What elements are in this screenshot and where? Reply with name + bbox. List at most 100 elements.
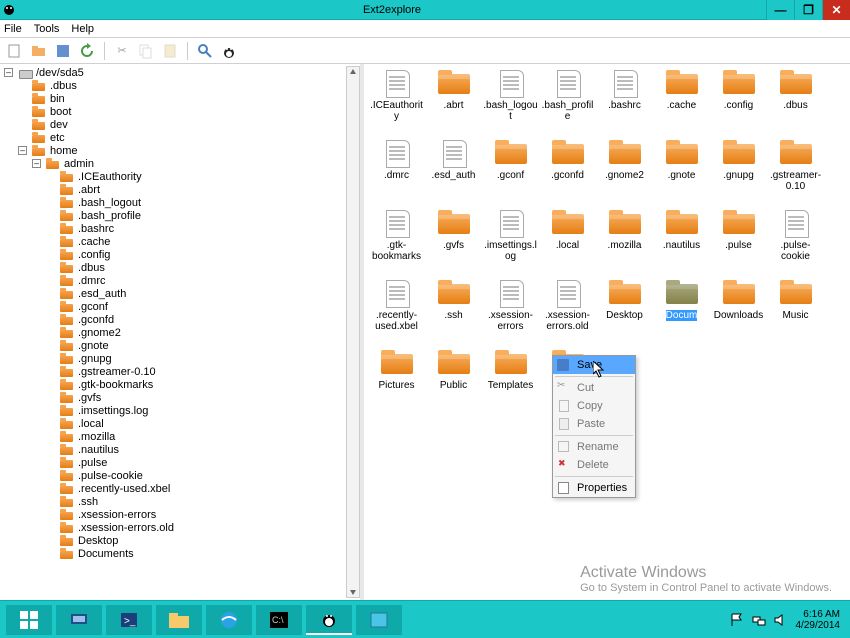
- task-powershell[interactable]: >_: [106, 605, 152, 635]
- grid-item[interactable]: .pulse-cookie: [767, 208, 824, 268]
- grid-item[interactable]: .dbus: [767, 68, 824, 128]
- save-icon[interactable]: [54, 42, 72, 60]
- tree-node[interactable]: .gconfd: [4, 313, 360, 326]
- close-button[interactable]: ✕: [822, 0, 850, 20]
- grid-item[interactable]: .ICEauthority: [368, 68, 425, 128]
- tree-node[interactable]: .config: [4, 248, 360, 261]
- grid-item[interactable]: Templates: [482, 348, 539, 408]
- ctx-rename[interactable]: Rename: [553, 438, 635, 456]
- tree-node[interactable]: .recently-used.xbel: [4, 482, 360, 495]
- grid-item[interactable]: .dmrc: [368, 138, 425, 198]
- tree-scrollbar[interactable]: [346, 66, 360, 598]
- tree-node[interactable]: .gtk-bookmarks: [4, 378, 360, 391]
- grid-item[interactable]: .ssh: [425, 278, 482, 338]
- ctx-cut[interactable]: Cut: [553, 379, 635, 397]
- tree-node[interactable]: .bash_logout: [4, 196, 360, 209]
- tree-node[interactable]: .gnome2: [4, 326, 360, 339]
- grid-item[interactable]: .bashrc: [596, 68, 653, 128]
- new-icon[interactable]: [6, 42, 24, 60]
- grid-item[interactable]: .recently-used.xbel: [368, 278, 425, 338]
- maximize-button[interactable]: ❐: [794, 0, 822, 20]
- grid-item[interactable]: .pulse: [710, 208, 767, 268]
- ctx-paste[interactable]: Paste: [553, 415, 635, 433]
- start-button[interactable]: [6, 605, 52, 635]
- grid-item[interactable]: .abrt: [425, 68, 482, 128]
- task-explorer[interactable]: [156, 605, 202, 635]
- grid-item[interactable]: .bash_logout: [482, 68, 539, 128]
- grid-item[interactable]: .gconf: [482, 138, 539, 198]
- task-cmd[interactable]: C:\: [256, 605, 302, 635]
- grid-item[interactable]: Desktop: [596, 278, 653, 338]
- menu-tools[interactable]: Tools: [34, 23, 60, 35]
- ctx-delete[interactable]: Delete: [553, 456, 635, 474]
- grid-item[interactable]: .xsession-errors: [482, 278, 539, 338]
- tree-node[interactable]: .local: [4, 417, 360, 430]
- tree-node[interactable]: .ssh: [4, 495, 360, 508]
- grid-item[interactable]: .esd_auth: [425, 138, 482, 198]
- tree-node[interactable]: .gconf: [4, 300, 360, 313]
- task-ext2explore[interactable]: [306, 605, 352, 635]
- tree-node[interactable]: .bash_profile: [4, 209, 360, 222]
- expand-icon[interactable]: –: [18, 146, 27, 155]
- grid-item[interactable]: .gtk-bookmarks: [368, 208, 425, 268]
- task-app[interactable]: [356, 605, 402, 635]
- menu-help[interactable]: Help: [71, 23, 94, 35]
- tree-node[interactable]: .bashrc: [4, 222, 360, 235]
- tree-node[interactable]: –/dev/sda5: [4, 66, 360, 79]
- tree-node[interactable]: .abrt: [4, 183, 360, 196]
- tree-node[interactable]: .ICEauthority: [4, 170, 360, 183]
- tree-node[interactable]: .dbus: [4, 79, 360, 92]
- tree-node[interactable]: Desktop: [4, 534, 360, 547]
- grid-item[interactable]: .gnupg: [710, 138, 767, 198]
- tree-node[interactable]: .gnupg: [4, 352, 360, 365]
- search-icon[interactable]: [196, 42, 214, 60]
- ctx-copy[interactable]: Copy: [553, 397, 635, 415]
- tree-node[interactable]: dev: [4, 118, 360, 131]
- grid-item[interactable]: .imsettings.log: [482, 208, 539, 268]
- tree-node[interactable]: bin: [4, 92, 360, 105]
- grid-item[interactable]: Music: [767, 278, 824, 338]
- grid-item[interactable]: .gnote: [653, 138, 710, 198]
- grid-item[interactable]: Pictures: [368, 348, 425, 408]
- tree-node[interactable]: .dmrc: [4, 274, 360, 287]
- tree-node[interactable]: boot: [4, 105, 360, 118]
- menu-file[interactable]: File: [4, 23, 22, 35]
- tree-node[interactable]: .pulse-cookie: [4, 469, 360, 482]
- minimize-button[interactable]: —: [766, 0, 794, 20]
- tray-clock[interactable]: 6:16 AM 4/29/2014: [796, 609, 841, 631]
- tree-node[interactable]: .mozilla: [4, 430, 360, 443]
- grid-item[interactable]: Docum: [653, 278, 710, 338]
- refresh-icon[interactable]: [78, 42, 96, 60]
- tree-node[interactable]: .gnote: [4, 339, 360, 352]
- tux-icon[interactable]: [220, 42, 238, 60]
- tree-node[interactable]: .cache: [4, 235, 360, 248]
- tree-node[interactable]: .nautilus: [4, 443, 360, 456]
- tray-flag-icon[interactable]: [730, 613, 744, 627]
- tray-volume-icon[interactable]: [774, 613, 788, 627]
- paste-icon[interactable]: [161, 42, 179, 60]
- tree-node[interactable]: .dbus: [4, 261, 360, 274]
- tree-node[interactable]: etc: [4, 131, 360, 144]
- tree-node[interactable]: .gvfs: [4, 391, 360, 404]
- expand-icon[interactable]: –: [4, 68, 13, 77]
- tree-pane[interactable]: –/dev/sda5.dbusbinbootdevetc–home–admin.…: [0, 64, 364, 600]
- tree-node[interactable]: Documents: [4, 547, 360, 560]
- copy-icon[interactable]: [137, 42, 155, 60]
- grid-item[interactable]: .nautilus: [653, 208, 710, 268]
- tree-node[interactable]: .gstreamer-0.10: [4, 365, 360, 378]
- tree-node[interactable]: .esd_auth: [4, 287, 360, 300]
- tree-node[interactable]: .xsession-errors.old: [4, 521, 360, 534]
- grid-item[interactable]: .mozilla: [596, 208, 653, 268]
- ctx-properties[interactable]: Properties: [553, 479, 635, 497]
- grid-item[interactable]: Public: [425, 348, 482, 408]
- expand-icon[interactable]: –: [32, 159, 41, 168]
- grid-item[interactable]: .cache: [653, 68, 710, 128]
- grid-item[interactable]: .local: [539, 208, 596, 268]
- grid-item[interactable]: .gconfd: [539, 138, 596, 198]
- tree-node[interactable]: .imsettings.log: [4, 404, 360, 417]
- tree-node[interactable]: –home: [4, 144, 360, 157]
- open-icon[interactable]: [30, 42, 48, 60]
- grid-item[interactable]: .gnome2: [596, 138, 653, 198]
- grid-item[interactable]: .config: [710, 68, 767, 128]
- tree-node[interactable]: .xsession-errors: [4, 508, 360, 521]
